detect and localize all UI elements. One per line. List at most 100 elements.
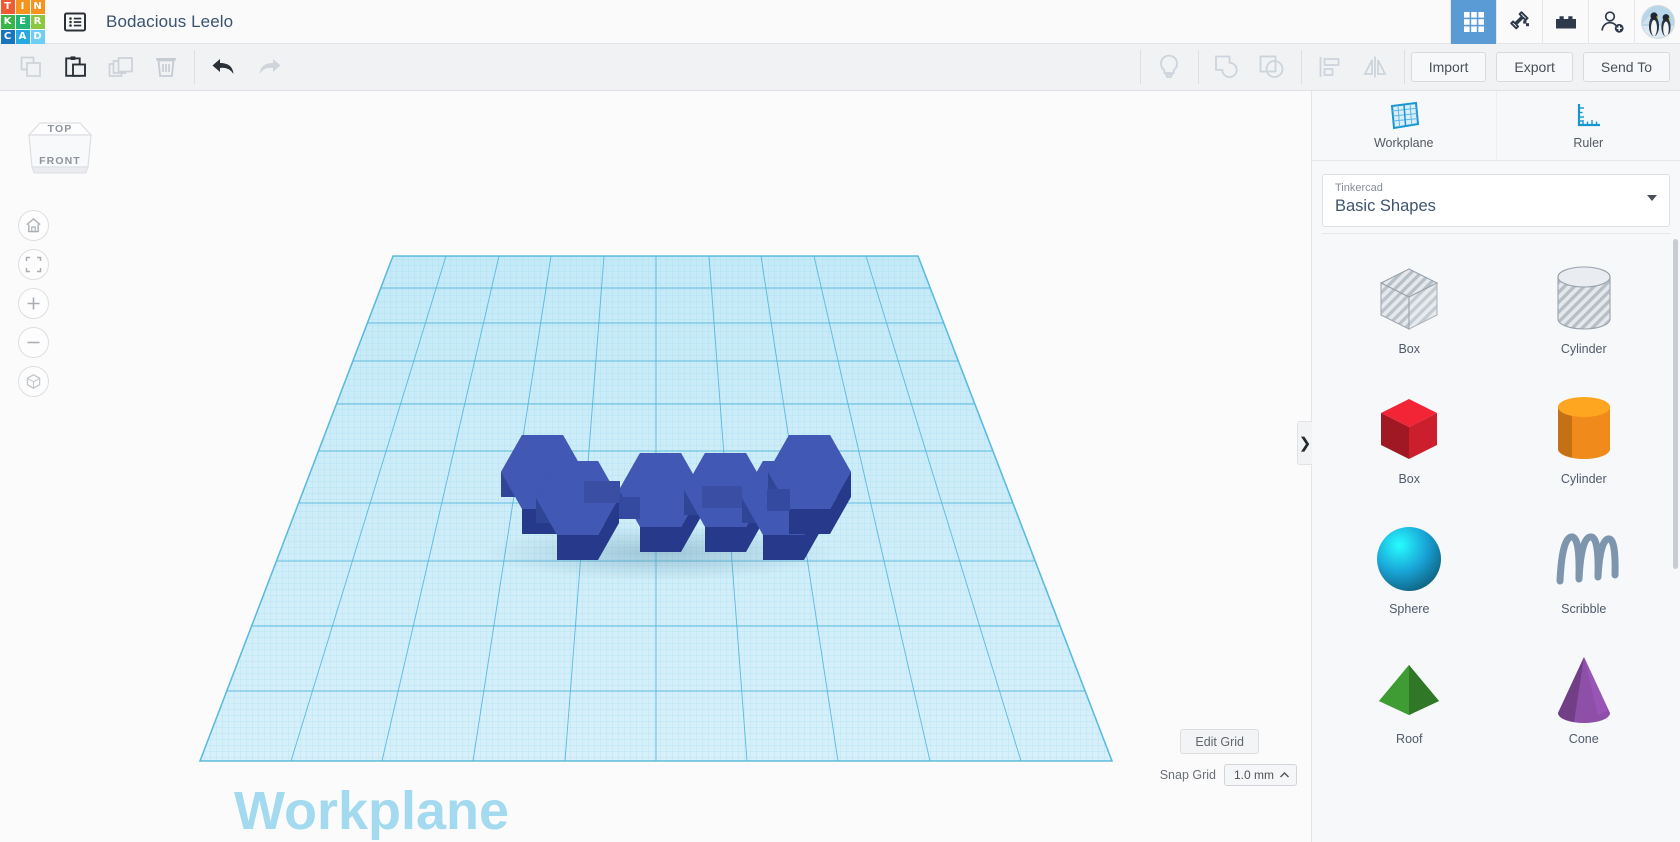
view-cube[interactable]: TOP FRONT: [22, 109, 98, 183]
send-to-button[interactable]: Send To: [1582, 52, 1670, 82]
logo-tile-r: R: [30, 15, 45, 29]
box-hole-icon: [1371, 258, 1447, 340]
perspective-toggle-icon: [26, 374, 41, 389]
shape-cone[interactable]: Cone: [1497, 634, 1672, 764]
collapse-panel-button[interactable]: ❯: [1297, 421, 1312, 465]
invite-person-icon: [1600, 10, 1624, 33]
align-button[interactable]: [1308, 44, 1353, 91]
gallery-grid-button[interactable]: [1450, 0, 1496, 44]
home-view-icon: [26, 218, 41, 233]
logo-tile-n: N: [30, 0, 45, 14]
toolbar-divider-4: [1300, 50, 1302, 84]
undo-button[interactable]: [201, 44, 246, 91]
export-button[interactable]: Export: [1496, 52, 1573, 82]
home-view-button[interactable]: [18, 210, 49, 241]
import-button[interactable]: Import: [1410, 52, 1487, 82]
copy-icon: [20, 56, 41, 77]
hammer-tools-button[interactable]: [1496, 0, 1542, 44]
delete-trash-icon: [155, 58, 176, 77]
logo-tile-c: C: [0, 30, 15, 44]
snap-grid-control: Snap Grid 1.0 mm: [1160, 764, 1297, 786]
hint-button[interactable]: [1147, 44, 1192, 91]
gallery-grid-icon: [1463, 11, 1484, 32]
document-menu-button[interactable]: [58, 5, 92, 39]
shape-label: Cone: [1568, 732, 1599, 746]
zoom-out-icon: [27, 341, 40, 344]
logo-tile-i: I: [15, 0, 30, 14]
tinkercad-logo[interactable]: TIN KER CAD: [0, 0, 45, 44]
paste-icon: [64, 56, 86, 77]
scribble-icon: [1548, 518, 1620, 600]
shape-cylinder-orange[interactable]: Cylinder: [1497, 374, 1672, 504]
logo-tile-a: A: [15, 30, 30, 44]
duplicate-button[interactable]: [98, 44, 143, 91]
shape-box-hole[interactable]: Box: [1322, 244, 1497, 374]
perspective-toggle-button[interactable]: [18, 366, 49, 397]
group-shapes-icon: [1215, 55, 1238, 78]
shape-label: Cylinder: [1560, 472, 1607, 486]
mirror-icon: [1363, 56, 1387, 78]
logo-tile-t: T: [0, 0, 15, 14]
toolbar-divider-2: [1139, 50, 1141, 84]
workplane-tab-label: Workplane: [1373, 136, 1434, 150]
fit-to-view-button[interactable]: [18, 249, 49, 280]
lego-brick-icon: [1555, 15, 1576, 28]
ungroup-button[interactable]: [1250, 44, 1295, 91]
zoom-in-icon: [27, 297, 40, 310]
shape-label: Cylinder: [1560, 342, 1607, 356]
edit-grid-button[interactable]: Edit Grid: [1180, 729, 1259, 754]
cylinder-hole-icon: [1548, 258, 1620, 340]
cylinder-solid-icon: [1548, 388, 1620, 470]
snap-grid-value: 1.0 mm: [1233, 768, 1274, 782]
logo-tile-e: E: [15, 15, 30, 29]
view-cube-top-label: TOP: [47, 123, 73, 135]
user-avatar-button[interactable]: [1634, 0, 1680, 44]
delete-button[interactable]: [143, 44, 188, 91]
shapes-list[interactable]: Box Cylinder Box Cylinder Sphere Scribbl…: [1322, 233, 1671, 842]
document-title[interactable]: Bodacious Leelo: [106, 12, 233, 32]
group-button[interactable]: [1205, 44, 1250, 91]
toolbar-divider-5: [1403, 50, 1405, 84]
shape-library-select[interactable]: Tinkercad Basic Shapes: [1322, 174, 1670, 227]
copy-button[interactable]: [8, 44, 53, 91]
sphere-icon: [1373, 518, 1445, 600]
3d-viewport[interactable]: Workplane TOP FRONT Edit Grid Snap Grid …: [0, 91, 1311, 842]
logo-tile-d: D: [30, 30, 45, 44]
invite-person-button[interactable]: [1588, 0, 1634, 44]
view-cube-front-face[interactable]: FRONT: [22, 153, 98, 169]
undo-icon: [212, 59, 233, 74]
hammer-tools-icon: [1509, 10, 1529, 29]
shapes-panel: ❯ Workplane Ruler Tinkercad Basic Shapes…: [1297, 91, 1680, 842]
zoom-in-button[interactable]: [18, 288, 49, 319]
paste-button[interactable]: [53, 44, 98, 91]
workplane-tab[interactable]: Workplane: [1312, 91, 1496, 160]
redo-button[interactable]: [246, 44, 291, 91]
shape-box-red[interactable]: Box: [1322, 374, 1497, 504]
snap-grid-select[interactable]: 1.0 mm: [1223, 764, 1297, 786]
panel-tabs: Workplane Ruler: [1312, 91, 1680, 161]
lego-brick-button[interactable]: [1542, 0, 1588, 44]
workplane-scene: Workplane: [198, 255, 1114, 841]
shapes-scrollbar[interactable]: [1673, 239, 1678, 569]
logo-tile-k: K: [0, 15, 15, 29]
box-solid-icon: [1371, 388, 1447, 470]
toolbar-divider: [194, 50, 195, 84]
ungroup-shapes-icon: [1259, 55, 1284, 78]
shape-scribble[interactable]: Scribble: [1497, 504, 1672, 634]
top-bar-right-group: [1450, 0, 1680, 44]
view-cube-top-face[interactable]: TOP: [22, 121, 98, 137]
ruler-tab-label: Ruler: [1573, 136, 1604, 150]
ruler-tab[interactable]: Ruler: [1495, 91, 1680, 160]
workplane-watermark: Workplane: [234, 781, 509, 841]
snap-grid-label: Snap Grid: [1159, 768, 1216, 782]
shape-cylinder-hole[interactable]: Cylinder: [1497, 244, 1672, 374]
shape-label: Box: [1398, 472, 1421, 486]
mirror-button[interactable]: [1353, 44, 1398, 91]
shape-sphere[interactable]: Sphere: [1322, 504, 1497, 634]
shape-label: Roof: [1396, 732, 1423, 746]
lightbulb-hint-icon: [1160, 54, 1179, 78]
ruler-icon: [1578, 104, 1601, 127]
user-avatar-penguins: [1640, 4, 1675, 39]
zoom-out-button[interactable]: [18, 327, 49, 358]
shape-roof[interactable]: Roof: [1322, 634, 1497, 764]
